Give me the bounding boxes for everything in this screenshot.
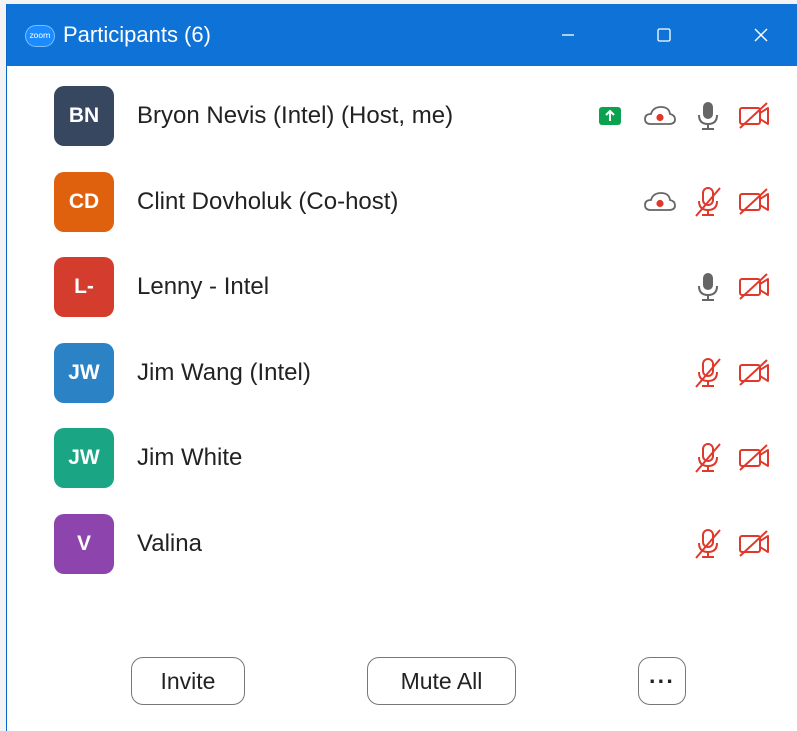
invite-button[interactable]: Invite [131, 657, 245, 705]
cloud-record-icon[interactable] [642, 98, 678, 134]
maximize-button[interactable] [634, 4, 694, 66]
participant-name: Bryon Nevis (Intel) (Host, me) [137, 102, 454, 129]
cloud-record-icon[interactable] [642, 184, 678, 220]
participant-row[interactable]: L- Lenny - Intel [7, 257, 797, 342]
close-icon [754, 28, 768, 42]
participant-row[interactable]: JW Jim Wang (Intel) [7, 342, 797, 428]
participant-name: Valina [137, 529, 202, 557]
participant-name: Clint Dovholuk (Co-host) [137, 187, 399, 215]
video-off-icon[interactable] [736, 184, 772, 220]
more-options-button[interactable]: ··· [638, 657, 686, 705]
mic-muted-icon[interactable] [690, 184, 726, 220]
cloud-record-icon-glyph [644, 106, 676, 125]
video-off-icon[interactable] [736, 440, 772, 476]
mic-muted-icon[interactable] [690, 440, 726, 476]
mic-muted-icon[interactable] [690, 355, 726, 391]
title-bar: zoom Participants (6) [7, 4, 797, 66]
video-off-icon[interactable] [736, 355, 772, 391]
participants-window: zoom Participants (6) BN Bryon Nevis (Int… [6, 4, 797, 731]
video-off-icon-glyph [739, 444, 769, 471]
video-off-icon[interactable] [736, 98, 772, 134]
mic-muted-icon-glyph [695, 443, 721, 473]
avatar: L- [54, 257, 114, 317]
participant-row[interactable]: CD Clint Dovholuk (Co-host) [7, 171, 797, 257]
mic-icon-glyph [698, 102, 718, 130]
mute-all-button[interactable]: Mute All [367, 657, 516, 705]
mic-icon-glyph [698, 273, 718, 301]
participant-name: Lenny - Intel [137, 273, 270, 300]
mic-icon[interactable] [690, 98, 726, 134]
video-off-icon-glyph [739, 273, 769, 300]
share-screen-icon[interactable] [592, 98, 628, 134]
avatar: JW [54, 428, 114, 488]
avatar: JW [54, 342, 114, 403]
mic-muted-icon-glyph [695, 528, 721, 559]
participant-row[interactable]: BN Bryon Nevis (Intel) (Host, me) [7, 86, 797, 171]
close-button[interactable] [731, 4, 791, 66]
participant-name: Jim White [137, 444, 243, 471]
video-off-icon-glyph [739, 529, 769, 557]
video-off-icon[interactable] [736, 526, 772, 562]
mic-icon[interactable] [690, 269, 726, 305]
video-off-icon[interactable] [736, 269, 772, 305]
mic-muted-icon[interactable] [690, 526, 726, 562]
participant-row[interactable]: V Valina [7, 513, 797, 599]
video-off-icon-glyph [739, 187, 769, 215]
zoom-logo: zoom [25, 25, 55, 47]
cloud-record-icon-glyph [644, 191, 676, 211]
maximize-icon [657, 28, 671, 42]
mic-muted-icon-glyph [695, 357, 721, 388]
avatar: CD [54, 171, 114, 232]
video-off-icon-glyph [739, 102, 769, 129]
avatar: BN [54, 86, 114, 146]
avatar: V [54, 513, 114, 574]
participant-name: Jim Wang (Intel) [137, 358, 311, 386]
window-title: Participants (6) [63, 22, 211, 47]
video-off-icon-glyph [739, 358, 769, 386]
mic-muted-icon-glyph [695, 186, 721, 217]
minimize-button[interactable] [538, 4, 598, 66]
share-screen-icon-glyph [599, 107, 621, 125]
participant-row[interactable]: JW Jim White [7, 428, 797, 513]
minimize-icon [562, 34, 574, 36]
